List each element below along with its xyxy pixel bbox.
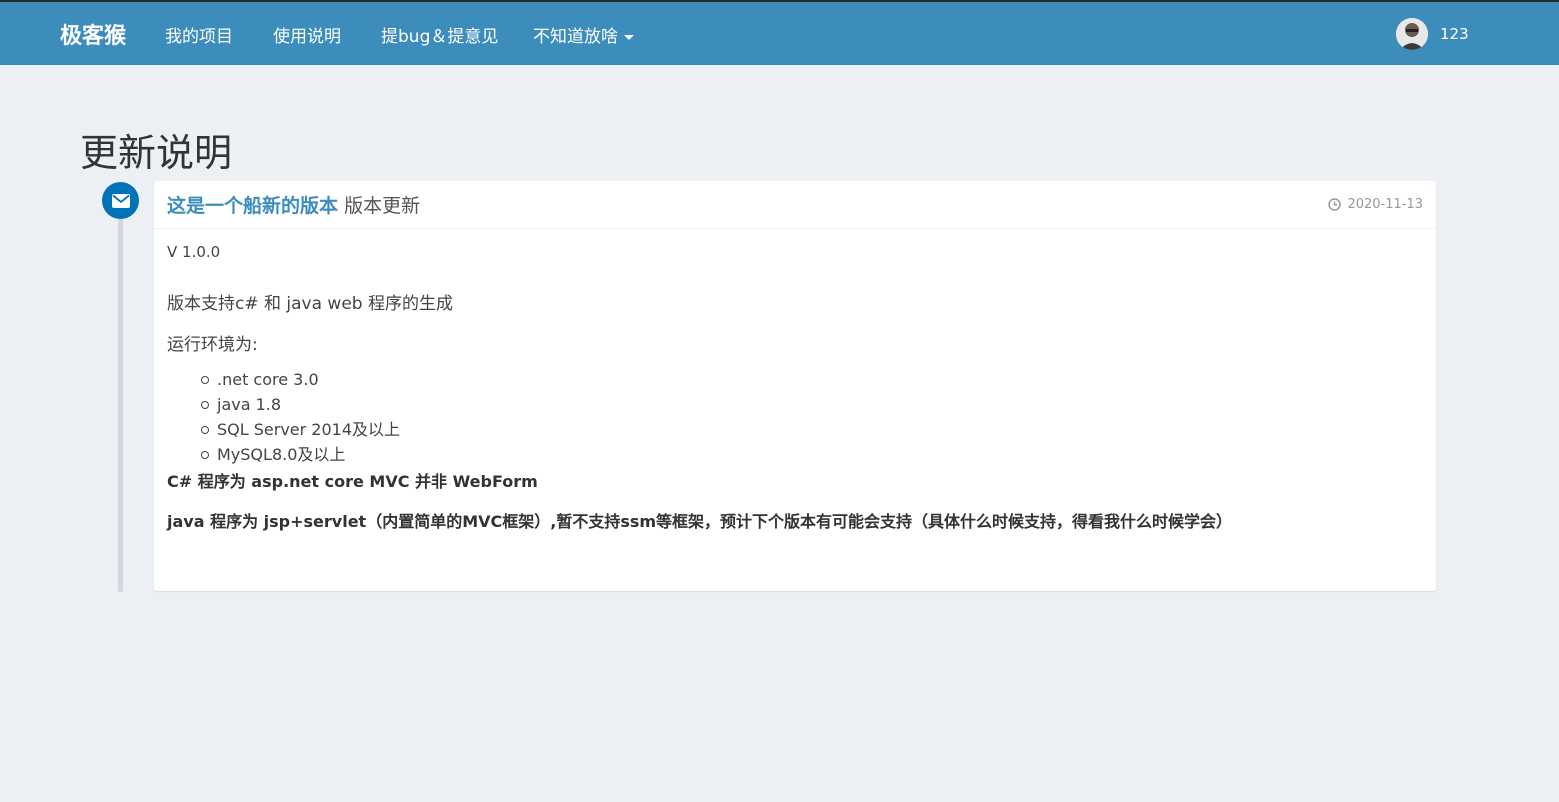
timeline-item: 这是一个船新的版本 版本更新 2020-11-13 V 1.0.0 版本支持c#… — [154, 181, 1436, 591]
timeline-item-header: 这是一个船新的版本 版本更新 2020-11-13 — [154, 181, 1436, 229]
csharp-note: C# 程序为 asp.net core MVC 并非 WebForm — [167, 472, 538, 491]
envelope-icon — [102, 182, 139, 219]
timeline-item-body: V 1.0.0 版本支持c# 和 java web 程序的生成 运行环境为: .… — [154, 229, 1436, 546]
version-text: V 1.0.0 — [167, 243, 221, 261]
list-item: MySQL8.0及以上 — [201, 442, 1423, 467]
nav-feedback[interactable]: 提bug＆提意见 — [381, 22, 498, 47]
nav-dropdown-label: 不知道放啥 — [533, 27, 618, 47]
user-name: 123 — [1440, 25, 1469, 43]
top-navbar: 极客猴 我的项目 使用说明 提bug＆提意见 不知道放啥 123 — [0, 0, 1559, 65]
support-text: 版本支持c# 和 java web 程序的生成 — [167, 294, 453, 314]
release-title-suffix: 版本更新 — [344, 195, 421, 217]
timeline-line — [118, 200, 123, 592]
release-title-link[interactable]: 这是一个船新的版本 — [167, 195, 338, 217]
page-title: 更新说明 — [80, 131, 233, 175]
clock-icon — [1328, 198, 1342, 211]
env-label: 运行环境为: — [167, 335, 258, 355]
list-item: SQL Server 2014及以上 — [201, 417, 1423, 442]
nav-dropdown[interactable]: 不知道放啥 — [533, 22, 634, 47]
list-item: .net core 3.0 — [201, 367, 1423, 392]
user-menu[interactable]: 123 — [1396, 18, 1469, 50]
timeline-item-title: 这是一个船新的版本 版本更新 — [167, 191, 420, 218]
caret-down-icon — [624, 34, 634, 40]
nav-my-projects[interactable]: 我的项目 — [165, 22, 233, 47]
env-list: .net core 3.0 java 1.8 SQL Server 2014及以… — [201, 367, 1423, 467]
nav-usage-guide[interactable]: 使用说明 — [273, 22, 341, 47]
avatar — [1396, 18, 1428, 50]
release-date-text: 2020-11-13 — [1347, 197, 1423, 212]
brand-logo[interactable]: 极客猴 — [60, 18, 126, 50]
release-date: 2020-11-13 — [1328, 197, 1423, 212]
java-note: java 程序为 jsp+servlet（内置简单的MVC框架）,暂不支持ssm… — [167, 512, 1233, 531]
list-item: java 1.8 — [201, 392, 1423, 417]
